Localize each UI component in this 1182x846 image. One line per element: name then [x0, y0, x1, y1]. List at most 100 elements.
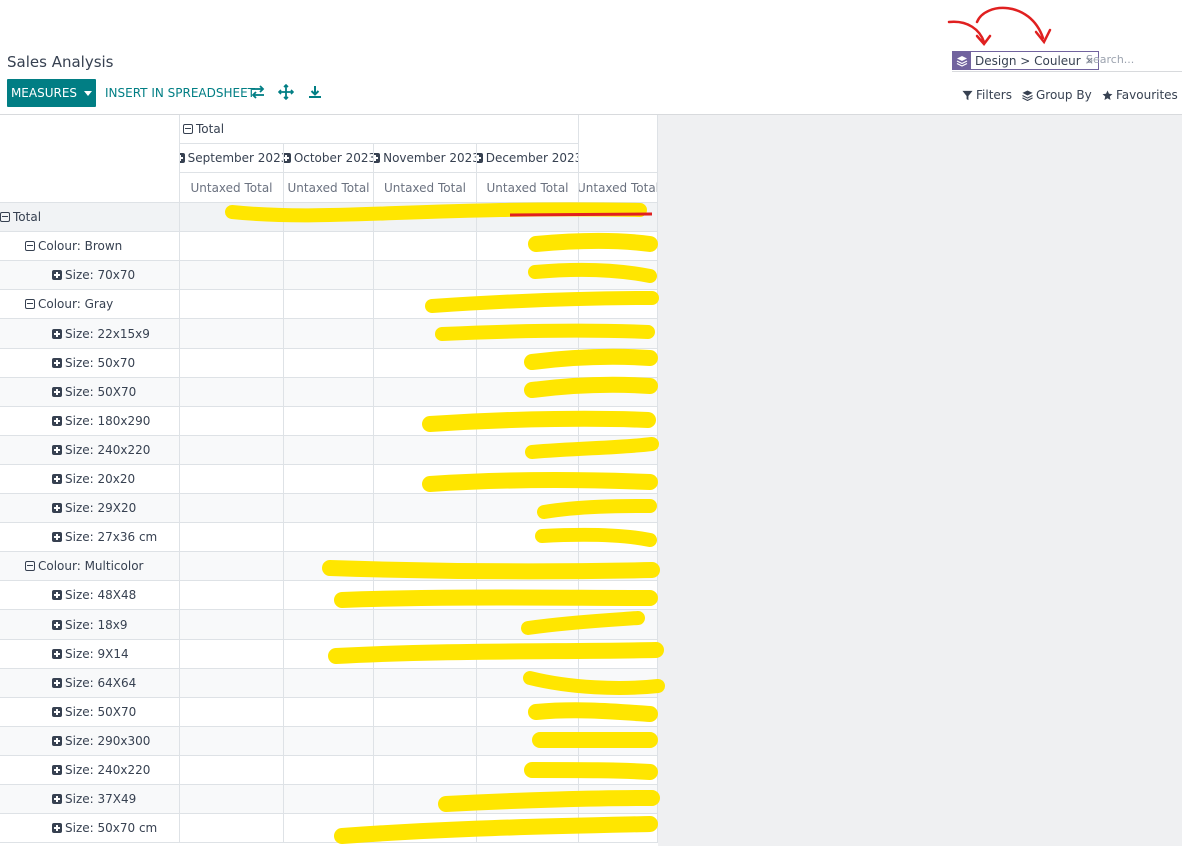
- col-header-month[interactable]: September 2023: [180, 144, 284, 173]
- pivot-cell[interactable]: [579, 523, 658, 552]
- row-header[interactable]: Size: 9X14: [0, 640, 180, 669]
- pivot-cell[interactable]: [579, 378, 658, 407]
- row-header[interactable]: Colour: Brown: [0, 232, 180, 261]
- row-header[interactable]: Size: 50x70 cm: [0, 814, 180, 843]
- search-facet[interactable]: Design > Couleur ×: [952, 51, 1099, 70]
- pivot-cell[interactable]: [374, 552, 477, 581]
- row-header[interactable]: Size: 240x220: [0, 436, 180, 465]
- pivot-cell[interactable]: [180, 203, 284, 232]
- pivot-cell[interactable]: [579, 349, 658, 378]
- row-header[interactable]: Size: 37X49: [0, 785, 180, 814]
- pivot-cell[interactable]: [180, 814, 284, 843]
- pivot-cell[interactable]: [374, 669, 477, 698]
- pivot-cell[interactable]: [579, 232, 658, 261]
- pivot-cell[interactable]: [374, 698, 477, 727]
- pivot-cell[interactable]: [579, 552, 658, 581]
- pivot-cell[interactable]: [477, 319, 579, 349]
- pivot-cell[interactable]: [477, 698, 579, 727]
- pivot-cell[interactable]: [180, 319, 284, 349]
- pivot-cell[interactable]: [477, 232, 579, 261]
- row-header[interactable]: Size: 27x36 cm: [0, 523, 180, 552]
- pivot-cell[interactable]: [374, 436, 477, 465]
- pivot-cell[interactable]: [284, 814, 374, 843]
- measure-header[interactable]: Untaxed Total: [284, 173, 374, 203]
- pivot-cell[interactable]: [284, 756, 374, 785]
- row-header[interactable]: Size: 180x290: [0, 407, 180, 436]
- pivot-cell[interactable]: [579, 290, 658, 319]
- measure-header[interactable]: Untaxed Total: [180, 173, 284, 203]
- pivot-cell[interactable]: [477, 465, 579, 494]
- row-header[interactable]: Colour: Multicolor: [0, 552, 180, 581]
- favourites-button[interactable]: Favourites: [1102, 88, 1178, 102]
- pivot-cell[interactable]: [180, 407, 284, 436]
- pivot-cell[interactable]: [180, 756, 284, 785]
- measure-header[interactable]: Untaxed Total: [579, 173, 658, 203]
- row-header[interactable]: Size: 48X48: [0, 581, 180, 610]
- pivot-cell[interactable]: [374, 814, 477, 843]
- pivot-cell[interactable]: [477, 785, 579, 814]
- row-header[interactable]: Size: 290x300: [0, 727, 180, 756]
- pivot-cell[interactable]: [477, 581, 579, 610]
- pivot-cell[interactable]: [579, 756, 658, 785]
- pivot-cell[interactable]: [284, 727, 374, 756]
- pivot-cell[interactable]: [180, 349, 284, 378]
- pivot-cell[interactable]: [374, 407, 477, 436]
- pivot-cell[interactable]: [284, 698, 374, 727]
- pivot-cell[interactable]: [477, 669, 579, 698]
- row-header[interactable]: Size: 29X20: [0, 494, 180, 523]
- pivot-cell[interactable]: [284, 581, 374, 610]
- pivot-cell[interactable]: [374, 581, 477, 610]
- pivot-cell[interactable]: [374, 465, 477, 494]
- row-header[interactable]: Total: [0, 203, 180, 232]
- measure-header[interactable]: Untaxed Total: [477, 173, 579, 203]
- insert-in-spreadsheet-button[interactable]: INSERT IN SPREADSHEET: [105, 86, 255, 100]
- col-header-total[interactable]: Total: [180, 115, 579, 144]
- pivot-cell[interactable]: [374, 756, 477, 785]
- col-header-month[interactable]: November 2023: [374, 144, 477, 173]
- row-header[interactable]: Size: 50x70: [0, 349, 180, 378]
- row-header[interactable]: Size: 18x9: [0, 610, 180, 640]
- pivot-cell[interactable]: [477, 290, 579, 319]
- pivot-cell[interactable]: [374, 494, 477, 523]
- pivot-cell[interactable]: [180, 669, 284, 698]
- pivot-cell[interactable]: [180, 785, 284, 814]
- pivot-cell[interactable]: [374, 727, 477, 756]
- pivot-cell[interactable]: [477, 523, 579, 552]
- pivot-cell[interactable]: [284, 552, 374, 581]
- pivot-cell[interactable]: [284, 523, 374, 552]
- filters-button[interactable]: Filters: [962, 88, 1012, 102]
- pivot-cell[interactable]: [180, 232, 284, 261]
- row-header[interactable]: Size: 70x70: [0, 261, 180, 290]
- col-header-month[interactable]: October 2023: [284, 144, 374, 173]
- row-header[interactable]: Size: 50X70: [0, 378, 180, 407]
- pivot-cell[interactable]: [579, 669, 658, 698]
- pivot-cell[interactable]: [477, 407, 579, 436]
- pivot-cell[interactable]: [180, 465, 284, 494]
- pivot-cell[interactable]: [579, 581, 658, 610]
- expand-all-icon[interactable]: [278, 84, 294, 100]
- row-header[interactable]: Size: 240x220: [0, 756, 180, 785]
- search-input[interactable]: [1086, 53, 1178, 66]
- pivot-cell[interactable]: [477, 261, 579, 290]
- pivot-cell[interactable]: [284, 465, 374, 494]
- pivot-cell[interactable]: [477, 436, 579, 465]
- pivot-cell[interactable]: [180, 290, 284, 319]
- pivot-cell[interactable]: [180, 552, 284, 581]
- pivot-cell[interactable]: [374, 232, 477, 261]
- pivot-cell[interactable]: [284, 232, 374, 261]
- pivot-cell[interactable]: [579, 698, 658, 727]
- pivot-cell[interactable]: [180, 640, 284, 669]
- flip-axis-icon[interactable]: [250, 84, 266, 100]
- pivot-cell[interactable]: [477, 494, 579, 523]
- pivot-cell[interactable]: [180, 494, 284, 523]
- pivot-cell[interactable]: [477, 727, 579, 756]
- pivot-cell[interactable]: [477, 640, 579, 669]
- pivot-cell[interactable]: [180, 261, 284, 290]
- pivot-cell[interactable]: [180, 523, 284, 552]
- pivot-cell[interactable]: [477, 610, 579, 640]
- pivot-cell[interactable]: [579, 610, 658, 640]
- pivot-cell[interactable]: [374, 785, 477, 814]
- pivot-cell[interactable]: [477, 203, 579, 232]
- pivot-cell[interactable]: [579, 319, 658, 349]
- pivot-cell[interactable]: [180, 436, 284, 465]
